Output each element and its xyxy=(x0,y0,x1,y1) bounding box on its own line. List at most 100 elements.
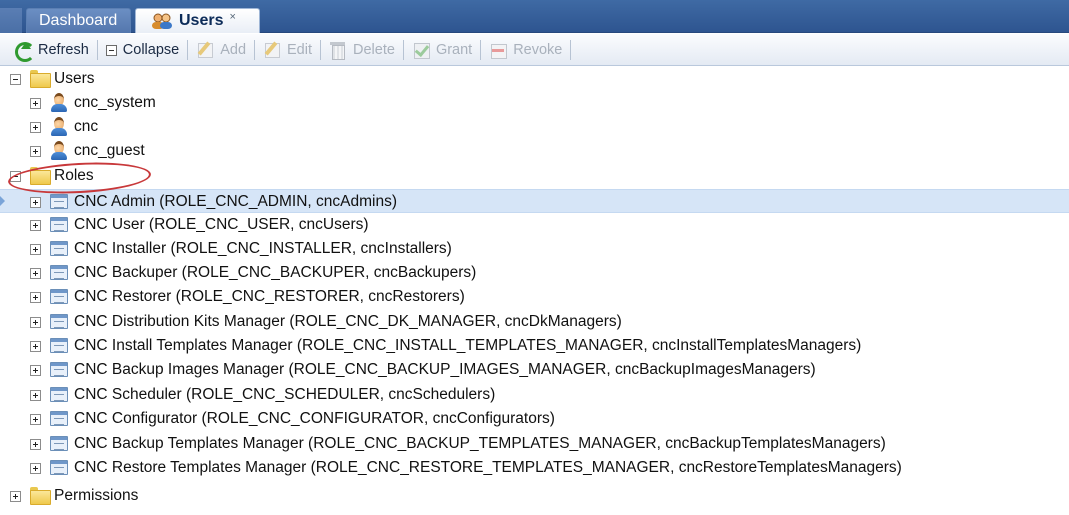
expand-toggle-icon[interactable] xyxy=(30,268,41,279)
role-icon xyxy=(50,436,68,451)
expand-toggle-icon[interactable] xyxy=(30,292,41,303)
tree-node-label: CNC Restorer (ROLE_CNC_RESTORER, cncRest… xyxy=(74,288,465,305)
user-icon xyxy=(50,141,68,160)
expand-toggle-icon[interactable] xyxy=(30,341,41,352)
add-button[interactable]: Add xyxy=(192,38,250,62)
tree-node-permissions[interactable]: Permissions xyxy=(0,484,1069,508)
role-icon xyxy=(50,241,68,256)
tree-node-role[interactable]: CNC User (ROLE_CNC_USER, cncUsers) xyxy=(0,213,1069,237)
role-icon xyxy=(50,387,68,402)
expand-toggle-icon[interactable] xyxy=(30,463,41,474)
tree-node-label: CNC Admin (ROLE_CNC_ADMIN, cncAdmins) xyxy=(74,193,397,210)
expand-toggle-icon[interactable] xyxy=(30,197,41,208)
delete-button[interactable]: Delete xyxy=(325,38,399,62)
delete-icon xyxy=(329,41,347,60)
expand-toggle-icon[interactable] xyxy=(30,414,41,425)
tree-node-role[interactable]: CNC Configurator (ROLE_CNC_CONFIGURATOR,… xyxy=(0,407,1069,431)
tree-node-label: CNC Distribution Kits Manager (ROLE_CNC_… xyxy=(74,313,622,330)
tab-users[interactable]: Users × xyxy=(135,8,260,33)
add-label: Add xyxy=(220,41,247,58)
tree-node-users[interactable]: Users xyxy=(0,67,1069,91)
toolbar-separator xyxy=(480,39,482,60)
grant-button[interactable]: Grant xyxy=(408,38,476,62)
collapse-icon xyxy=(105,44,117,56)
revoke-label: Revoke xyxy=(513,41,563,58)
folder-icon xyxy=(30,487,51,505)
role-icon xyxy=(50,314,68,329)
tree-node-role[interactable]: CNC Restore Templates Manager (ROLE_CNC_… xyxy=(0,456,1069,480)
tree-node-label: CNC Install Templates Manager (ROLE_CNC_… xyxy=(74,337,862,354)
tree-node-role[interactable]: CNC Backup Templates Manager (ROLE_CNC_B… xyxy=(0,432,1069,456)
tree-node-role[interactable]: CNC Installer (ROLE_CNC_INSTALLER, cncIn… xyxy=(0,237,1069,261)
tab-users-label: Users xyxy=(179,12,224,29)
tree-node-role-selected[interactable]: CNC Admin (ROLE_CNC_ADMIN, cncAdmins) xyxy=(0,189,1069,213)
collapse-button[interactable]: Collapse xyxy=(102,38,183,62)
tree-node-role[interactable]: CNC Backuper (ROLE_CNC_BACKUPER, cncBack… xyxy=(0,261,1069,285)
tree-node-label: Permissions xyxy=(54,487,139,504)
grant-icon xyxy=(412,41,430,59)
edit-icon xyxy=(263,41,281,59)
tree-node-user[interactable]: cnc_guest xyxy=(0,139,1069,163)
toolbar-separator xyxy=(96,39,98,60)
toolbar-separator xyxy=(320,39,322,60)
expand-toggle-icon[interactable] xyxy=(30,146,41,157)
role-icon xyxy=(50,217,68,232)
role-icon xyxy=(50,362,68,377)
tree-node-roles[interactable]: Roles xyxy=(0,164,1069,188)
toolbar-separator xyxy=(402,39,404,60)
tab-close-icon[interactable]: × xyxy=(229,11,235,23)
tree-node-role[interactable]: CNC Distribution Kits Manager (ROLE_CNC_… xyxy=(0,310,1069,334)
tree-node-label: CNC Configurator (ROLE_CNC_CONFIGURATOR,… xyxy=(74,410,555,427)
user-icon xyxy=(50,93,68,112)
add-icon xyxy=(196,41,214,59)
user-icon xyxy=(50,117,68,136)
collapse-toggle-icon[interactable] xyxy=(10,74,21,85)
expand-toggle-icon[interactable] xyxy=(30,439,41,450)
role-icon xyxy=(50,411,68,426)
toolbar-separator xyxy=(570,39,572,60)
tree-node-label: CNC User (ROLE_CNC_USER, cncUsers) xyxy=(74,216,369,233)
tab-dashboard[interactable]: Dashboard xyxy=(26,8,131,33)
tree-node-label: CNC Restore Templates Manager (ROLE_CNC_… xyxy=(74,459,902,476)
expand-toggle-icon[interactable] xyxy=(10,491,21,502)
tree-node-label: CNC Backup Templates Manager (ROLE_CNC_B… xyxy=(74,435,886,452)
expand-toggle-icon[interactable] xyxy=(30,122,41,133)
users-group-icon xyxy=(150,12,174,30)
expand-toggle-icon[interactable] xyxy=(30,317,41,328)
toolbar-separator xyxy=(187,39,189,60)
tree-node-role[interactable]: CNC Scheduler (ROLE_CNC_SCHEDULER, cncSc… xyxy=(0,383,1069,407)
tree-node-label: Users xyxy=(54,70,95,87)
expand-toggle-icon[interactable] xyxy=(30,390,41,401)
tab-dashboard-label: Dashboard xyxy=(39,12,118,29)
role-icon xyxy=(50,460,68,475)
tab-scroll-left xyxy=(0,8,22,33)
expand-toggle-icon[interactable] xyxy=(30,98,41,109)
tree-node-label: CNC Scheduler (ROLE_CNC_SCHEDULER, cncSc… xyxy=(74,386,496,403)
delete-label: Delete xyxy=(353,41,395,58)
revoke-icon xyxy=(489,41,508,59)
tab-bar: Dashboard Users × xyxy=(0,0,1069,33)
toolbar: Refresh Collapse Add Edit Delete Grant R… xyxy=(0,34,1069,66)
expand-toggle-icon[interactable] xyxy=(30,244,41,255)
revoke-button[interactable]: Revoke xyxy=(485,38,566,62)
tree-node-role[interactable]: CNC Install Templates Manager (ROLE_CNC_… xyxy=(0,334,1069,358)
tree-node-role[interactable]: CNC Restorer (ROLE_CNC_RESTORER, cncRest… xyxy=(0,285,1069,309)
edit-button[interactable]: Edit xyxy=(259,38,316,62)
role-icon xyxy=(50,289,68,304)
grant-label: Grant xyxy=(435,41,473,58)
refresh-button[interactable]: Refresh xyxy=(10,38,93,62)
selection-arrow-icon xyxy=(0,196,5,206)
tree-node-label: cnc_system xyxy=(74,94,156,111)
tree-node-role[interactable]: CNC Backup Images Manager (ROLE_CNC_BACK… xyxy=(0,358,1069,382)
expand-toggle-icon[interactable] xyxy=(30,365,41,376)
tree-node-label: cnc xyxy=(74,118,99,135)
tree-node-user[interactable]: cnc xyxy=(0,115,1069,139)
tree-node-label: CNC Backup Images Manager (ROLE_CNC_BACK… xyxy=(74,361,816,378)
edit-label: Edit xyxy=(287,41,313,58)
expand-toggle-icon[interactable] xyxy=(30,220,41,231)
refresh-label: Refresh xyxy=(38,41,89,58)
role-icon xyxy=(50,265,68,280)
tree-node-user[interactable]: cnc_system xyxy=(0,91,1069,115)
role-icon xyxy=(50,194,68,209)
toolbar-separator xyxy=(254,39,256,60)
